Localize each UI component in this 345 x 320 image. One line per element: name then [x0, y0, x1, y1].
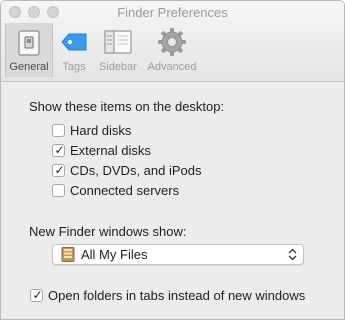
- general-pane: Show these items on the desktop: Hard di…: [1, 82, 344, 319]
- title-bar: Finder Preferences General Tags Sidebar …: [1, 1, 344, 82]
- checkmark-icon: ✓: [54, 163, 65, 177]
- open-in-tabs-label: Open folders in tabs instead of new wind…: [48, 288, 306, 303]
- tag-icon: [61, 33, 87, 51]
- connected-servers-label: Connected servers: [70, 183, 180, 198]
- general-icon: [18, 30, 40, 56]
- sidebar-icon: [104, 30, 132, 54]
- new-window-label: New Finder windows show:: [29, 224, 187, 239]
- new-window-select-value: All My Files: [81, 247, 148, 262]
- external-disks-label: External disks: [70, 143, 151, 158]
- tab-general-label: General: [9, 61, 49, 73]
- tab-tags-label: Tags: [62, 61, 86, 73]
- finder-preferences-window: Finder Preferences General Tags Sidebar …: [0, 0, 345, 320]
- tab-sidebar[interactable]: Sidebar: [95, 23, 141, 77]
- open-in-tabs-checkbox[interactable]: ✓: [30, 288, 43, 302]
- checkmark-icon: ✓: [54, 143, 65, 157]
- tab-general[interactable]: General: [5, 23, 53, 77]
- gear-icon: [158, 28, 186, 56]
- cds-dvds-ipods-label: CDs, DVDs, and iPods: [70, 163, 202, 178]
- hard-disks-checkbox[interactable]: [52, 124, 65, 137]
- connected-servers-checkbox[interactable]: [52, 184, 65, 197]
- tab-advanced-label: Advanced: [147, 61, 197, 73]
- chevron-up-down-icon: [288, 248, 297, 261]
- window-title: Finder Preferences: [117, 5, 228, 20]
- tab-advanced[interactable]: Advanced: [143, 23, 201, 77]
- hard-disks-label: Hard disks: [70, 123, 132, 138]
- new-window-select[interactable]: All My Files: [52, 244, 304, 265]
- external-disks-checkbox[interactable]: ✓: [52, 143, 65, 157]
- desktop-items-heading: Show these items on the desktop:: [29, 99, 225, 114]
- tab-sidebar-label: Sidebar: [99, 61, 137, 73]
- all-my-files-icon: [61, 247, 75, 262]
- cds-dvds-ipods-checkbox[interactable]: ✓: [52, 163, 65, 177]
- checkmark-icon: ✓: [32, 288, 43, 302]
- tab-tags[interactable]: Tags: [55, 23, 93, 77]
